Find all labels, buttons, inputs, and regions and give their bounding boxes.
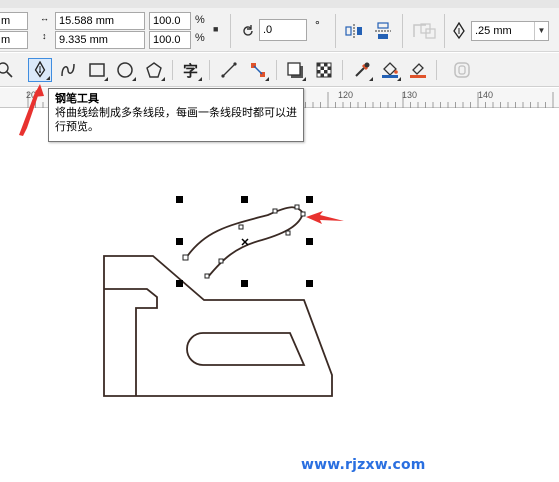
annotation-arrow [306,211,344,224]
selection-handle[interactable] [176,196,183,203]
selection-handle[interactable] [306,238,313,245]
stapler-slot-outline [104,288,158,396]
annotation-arrow [19,90,39,136]
tooltip-title: 钢笔工具 [55,93,99,105]
stapler-window-outline [186,332,306,366]
pen-tool-tooltip: 钢笔工具 将曲线绘制成多条线段，每画一条线段时都可以进行预览。 [48,88,304,142]
drawing-canvas[interactable] [0,0,559,482]
coreldraw-window: m m ↔ ↕ 15.588 mm 9.335 mm 100.0 100.0 %… [0,0,559,482]
selection-handle[interactable] [241,280,248,287]
annotation-arrow-head [33,84,44,97]
selection-handle[interactable] [241,196,248,203]
curve-node[interactable] [182,254,189,261]
curve-node[interactable] [204,273,210,279]
watermark: www.rjzxw.com [301,457,426,473]
curve-node[interactable] [300,211,306,217]
curve-node[interactable] [218,258,224,264]
stapler-body-outline [103,255,333,397]
selection-handle[interactable] [306,280,313,287]
curve-node[interactable] [294,204,300,210]
selection-handle[interactable] [176,238,183,245]
curve-node[interactable] [272,208,278,214]
curve-node[interactable] [285,230,291,236]
curve-node[interactable] [238,224,244,230]
tooltip-description: 将曲线绘制成多条线段，每画一条线段时都可以进行预览。 [55,107,297,133]
selection-center-icon [241,238,249,246]
selection-handle[interactable] [176,280,183,287]
selection-handle[interactable] [306,196,313,203]
